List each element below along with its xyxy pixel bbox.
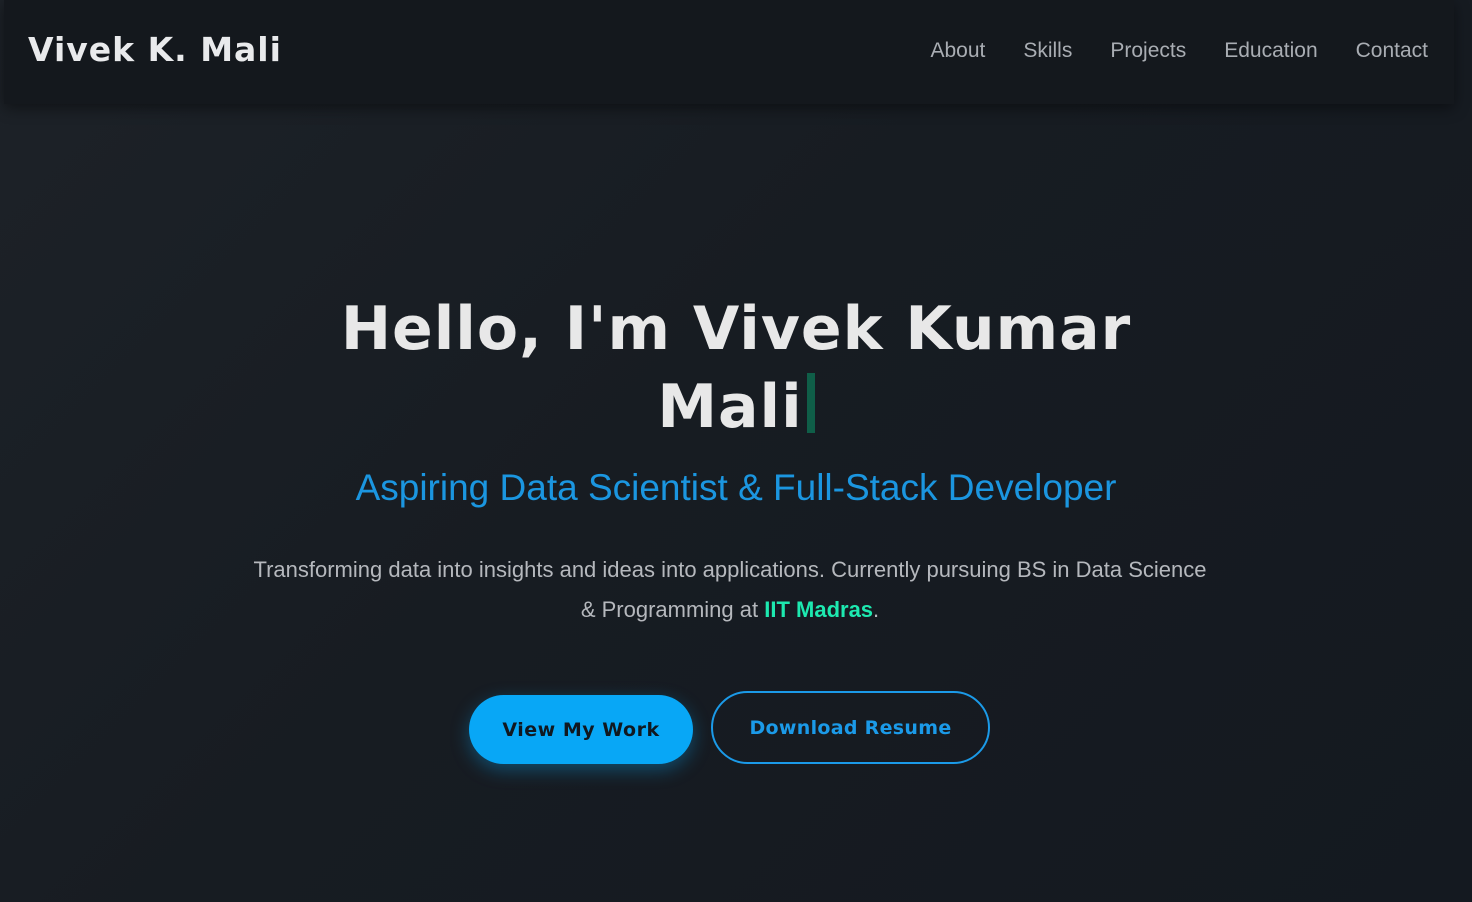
nav-link-skills[interactable]: Skills [1023,36,1072,66]
nav-link-contact[interactable]: Contact [1356,36,1428,66]
headline-line-1: Hello, I'm Vivek Kumar [340,294,1132,364]
description-end: . [873,597,880,622]
hero-subtitle: Aspiring Data Scientist & Full-Stack Dev… [355,467,1117,508]
headline-line-2: Mali [657,372,803,442]
typing-cursor [806,373,815,433]
description-text: Transforming data into insights and idea… [253,557,1207,622]
hero-description: Transforming data into insights and idea… [250,550,1210,630]
nav-link-about[interactable]: About [930,36,985,66]
hero-section: Hello, I'm Vivek Kumar Mali Aspiring Dat… [0,104,1472,902]
nav-link-projects[interactable]: Projects [1110,36,1186,66]
portfolio-page: Vivek K. Mali About Skills Projects Educ… [0,0,1472,902]
view-my-work-button[interactable]: View My Work [469,695,693,764]
brand-logo[interactable]: Vivek K. Mali [28,28,282,72]
navbar: Vivek K. Mali About Skills Projects Educ… [4,0,1454,104]
description-highlight: IIT Madras [764,597,874,622]
headline-line-2-wrapper: Mali [0,368,1472,446]
nav-links: About Skills Projects Education Contact [892,36,1428,66]
hero-headline: Hello, I'm Vivek Kumar Mali [0,290,1472,446]
nav-link-education[interactable]: Education [1224,36,1317,66]
download-resume-button[interactable]: Download Resume [711,691,990,764]
